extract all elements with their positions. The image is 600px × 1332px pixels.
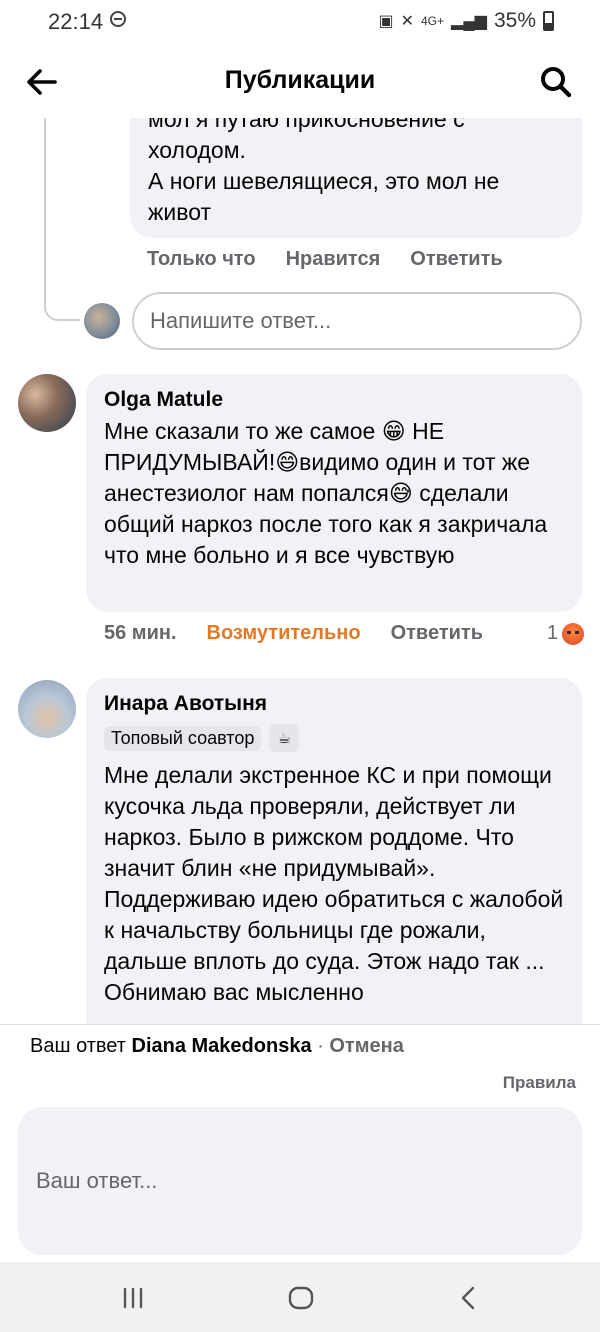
coffee-cup-icon[interactable]: ☕ (269, 724, 300, 752)
like-button[interactable]: Нравится (286, 248, 381, 271)
comment-bubble[interactable]: Olga Matule Мне сказали то же самое 😁 НЕ… (86, 374, 582, 612)
home-button[interactable] (286, 1283, 316, 1313)
signal-icon: ▂▄▆ (451, 13, 487, 30)
comment-text-partial: Обнимаю вас мысленно (104, 979, 364, 1005)
system-back-button[interactable] (454, 1283, 484, 1313)
comment-bubble[interactable]: Инара Авотыня Топовый соавтор ☕ Мне дела… (86, 678, 582, 1024)
battery-percent: 35% (493, 9, 536, 32)
page-title: Публикации (224, 66, 376, 94)
comments-feed[interactable]: мол я путаю прикосновение с холодом. А н… (0, 118, 600, 1024)
battery-icon (543, 11, 554, 31)
recents-icon (123, 1287, 143, 1309)
top-contributor-badge[interactable]: Топовый соавтор (104, 725, 262, 751)
reply-input[interactable]: Напишите ответ... (132, 292, 582, 350)
comment-text: Мне сказали то же самое 😁 НЕ ПРИДУМЫВАЙ!… (104, 418, 548, 568)
avatar[interactable] (18, 374, 76, 432)
reaction-button[interactable]: Возмутительно (207, 622, 361, 645)
replying-name: Diana Makedonska (131, 1035, 312, 1057)
comment-text: холодом. А ноги шевелящиеся, это мол не … (148, 137, 500, 225)
magnifier-icon (541, 67, 572, 98)
recents-button[interactable] (118, 1283, 148, 1313)
reply-button[interactable]: Ответить (391, 622, 483, 645)
mute-icon: ✕ (400, 13, 414, 30)
app-header: Публикации (0, 44, 600, 118)
comment-time: 56 мин. (104, 622, 177, 644)
comment-bubble[interactable]: мол я путаю прикосновение с холодом. А н… (130, 118, 582, 238)
comment-time: Только что (147, 248, 256, 270)
status-icons: ▣ ✕ 4G+ ▂▄▆ 35% (378, 9, 554, 33)
avatar[interactable] (18, 680, 76, 738)
avatar[interactable] (84, 303, 120, 339)
reply-composer: Ваш ответ Diana Makedonska · Отмена Прав… (0, 1024, 600, 1262)
chevron-left-icon (461, 1286, 475, 1310)
badges: Топовый соавтор ☕ (104, 724, 564, 752)
comment-text-partial: мол я путаю прикосновение с (148, 118, 465, 132)
comment-text: Мне делали экстренное КС и при помощи ку… (104, 762, 564, 974)
lock-icon: ▣ (378, 13, 394, 30)
do-not-disturb-icon (110, 11, 126, 27)
home-icon (288, 1286, 314, 1310)
comment-actions: 56 мин. Возмутительно Ответить 1 (104, 622, 584, 645)
rules-link[interactable]: Правила (503, 1073, 576, 1093)
thread-connector (44, 118, 80, 321)
separator: · (317, 1035, 324, 1057)
comment-actions: Только что Нравится Ответить (147, 248, 533, 271)
network-label: 4G+ (421, 14, 445, 28)
reply-button[interactable]: Ответить (410, 248, 502, 271)
angry-face-icon (562, 622, 584, 645)
replying-prefix: Ваш ответ (30, 1035, 126, 1057)
comment-author[interactable]: Инара Авотыня (104, 690, 564, 718)
status-time: 22:14 (48, 9, 104, 34)
status-bar: 22:14 ▣ ✕ 4G+ ▂▄▆ 35% (0, 0, 600, 44)
reply-text-field[interactable]: Ваш ответ... (18, 1107, 582, 1255)
replying-to: Ваш ответ Diana Makedonska · Отмена (30, 1035, 404, 1058)
reaction-summary[interactable]: 1 (547, 622, 584, 645)
screen: 22:14 ▣ ✕ 4G+ ▂▄▆ 35% Публикации мол я п… (0, 0, 600, 1332)
cancel-reply-button[interactable]: Отмена (329, 1035, 403, 1057)
system-navigation-bar (0, 1262, 600, 1332)
comment-author[interactable]: Olga Matule (104, 386, 564, 414)
reaction-count: 1 (546, 622, 558, 644)
search-button[interactable] (536, 62, 576, 102)
